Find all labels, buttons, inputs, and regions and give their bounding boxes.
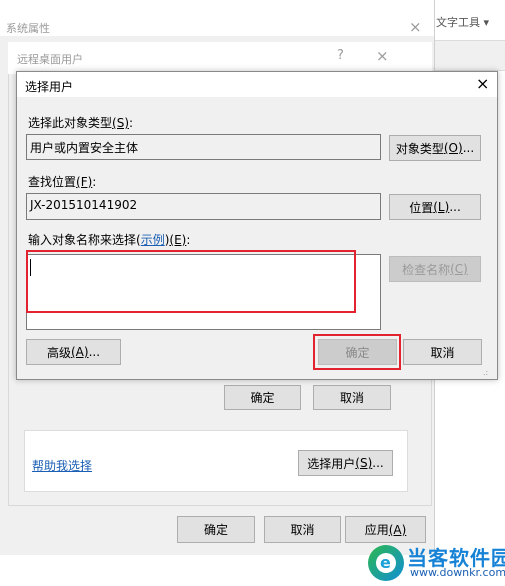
enter-object-names-colon: : (186, 233, 191, 247)
remote-desktop-users-close-icon[interactable]: × (376, 47, 389, 65)
system-properties-titlebar (0, 0, 434, 36)
remote-desktop-ok-label: 确定 (250, 391, 275, 405)
location-label-colon: : (92, 175, 97, 189)
system-properties-title: 系统属性 (6, 22, 50, 35)
select-users-dialog-title: 选择用户 (25, 80, 74, 94)
system-apply-key: (A) (388, 522, 407, 537)
select-users-key: (S) (355, 456, 373, 470)
locations-ellipsis: ... (449, 200, 461, 214)
object-types-ellipsis: ... (462, 141, 475, 155)
examples-link[interactable]: 示例 (141, 233, 165, 247)
remote-desktop-ok-button[interactable]: 确定 (224, 385, 301, 410)
system-ok-label: 确定 (203, 523, 228, 537)
remote-desktop-cancel-button[interactable]: 取消 (313, 385, 391, 410)
advanced-key: (A) (70, 345, 89, 359)
object-type-field: 用户或内置安全主体 (26, 134, 381, 160)
location-field: JX-201510141902 (26, 193, 381, 220)
advanced-label: 高级 (46, 345, 71, 360)
watermark-url: www.downkr.com (410, 566, 505, 579)
system-apply-label: 应用 (364, 523, 389, 537)
select-users-titlebar (17, 72, 497, 97)
select-users-label: 选择用户 (307, 456, 356, 471)
locations-label: 位置 (409, 200, 434, 215)
object-type-label-key: (S) (112, 116, 129, 130)
system-cancel-button[interactable]: 取消 (264, 516, 341, 543)
select-users-cancel-label: 取消 (430, 345, 455, 360)
select-users-ellipsis: ... (372, 456, 384, 470)
system-ok-button[interactable]: 确定 (177, 516, 255, 543)
help-me-choose-link[interactable]: 帮助我选择 (32, 457, 92, 474)
object-type-label: 选择此对象类型(S): (28, 114, 133, 131)
system-cancel-label: 取消 (290, 523, 315, 537)
select-users-button[interactable]: 选择用户 (S)... (298, 450, 393, 476)
check-names-key: (C) (450, 262, 468, 276)
enter-object-names-key: (E) (169, 233, 187, 247)
select-users-close-icon[interactable]: × (476, 74, 489, 93)
advanced-ellipsis: ... (88, 345, 101, 359)
object-type-label-colon: : (129, 116, 134, 130)
object-type-label-text: 选择此对象类型 (28, 116, 113, 130)
remote-desktop-users-title: 远程桌面用户 (17, 53, 83, 66)
object-types-button[interactable]: 对象类型 (O)... (389, 135, 481, 161)
help-icon[interactable]: ? (337, 48, 344, 63)
enter-object-names-text: 输入对象名称来选择 (28, 233, 137, 247)
background-app-toolbar (434, 40, 505, 71)
locations-key: (L) (433, 200, 450, 214)
advanced-button[interactable]: 高级 (A)... (26, 339, 121, 365)
highlight-ok-button (313, 334, 401, 370)
background-app-tool-menu[interactable]: 文字工具 ▾ (436, 14, 489, 30)
select-users-cancel-button[interactable]: 取消 (403, 339, 482, 365)
object-types-key: (O) (443, 141, 463, 155)
enter-object-names-label: 输入对象名称来选择(示例)(E): (28, 231, 190, 248)
check-names-label: 检查名称 (402, 262, 451, 277)
remote-desktop-cancel-label: 取消 (339, 391, 364, 405)
system-properties-close-icon[interactable]: × (409, 18, 422, 36)
watermark-logo-letter: e (380, 553, 391, 572)
location-label-key: (F) (76, 175, 93, 189)
highlight-names-input (26, 250, 356, 313)
location-label: 查找位置(F): (28, 173, 96, 190)
resize-grip-icon[interactable]: .: (483, 368, 488, 377)
check-names-button[interactable]: 检查名称 (C) (389, 256, 481, 282)
system-apply-button[interactable]: 应用 (A) (345, 516, 426, 543)
location-label-text: 查找位置 (28, 175, 77, 189)
object-types-label: 对象类型 (395, 141, 444, 156)
locations-button[interactable]: 位置 (L)... (389, 194, 481, 220)
